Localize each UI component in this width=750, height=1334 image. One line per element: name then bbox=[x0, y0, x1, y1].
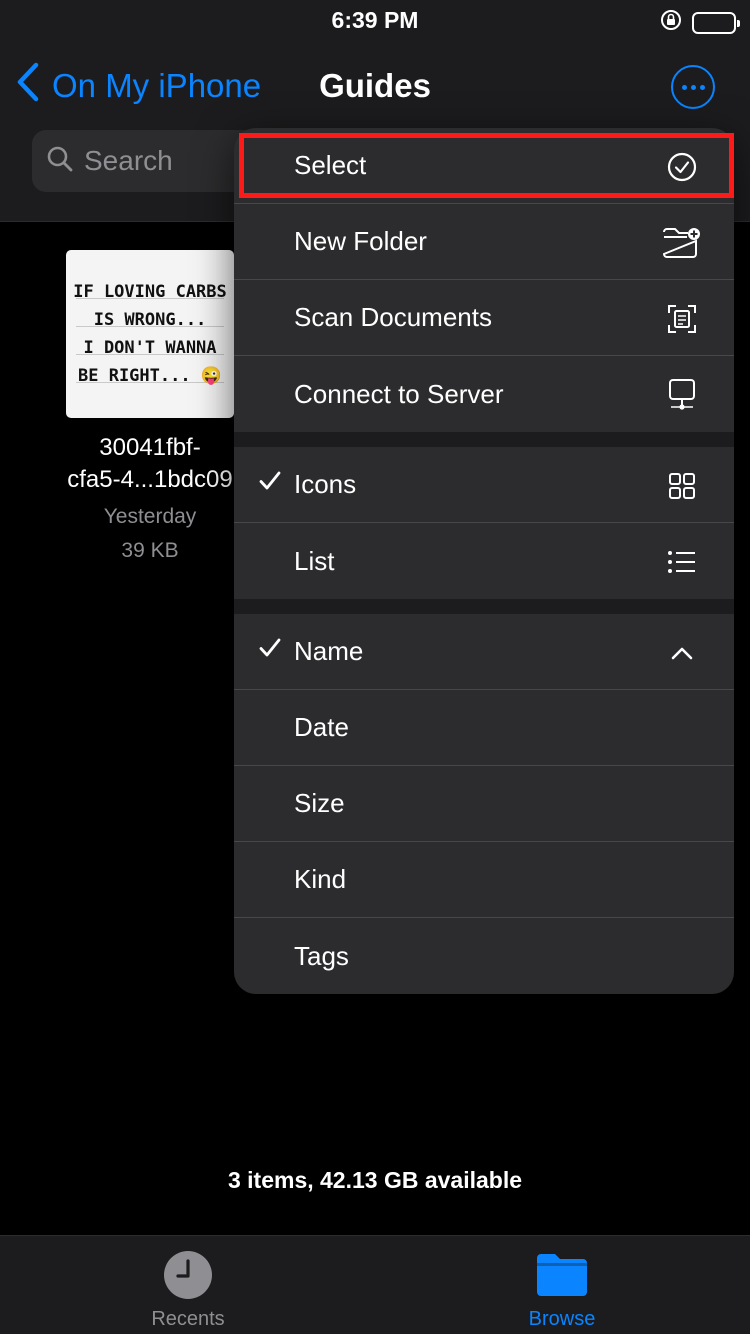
battery-icon bbox=[692, 11, 740, 34]
search-icon bbox=[46, 145, 74, 178]
clock-icon bbox=[163, 1250, 213, 1305]
folder-add-icon bbox=[662, 223, 702, 263]
grid-icon bbox=[662, 466, 702, 506]
menu-item-connect-to-server[interactable]: Connect to Server bbox=[234, 356, 734, 432]
menu-item-label: Size bbox=[294, 788, 345, 818]
menu-item-label: Connect to Server bbox=[294, 378, 504, 409]
status-time: 6:39 PM bbox=[331, 7, 419, 33]
menu-item-label: Name bbox=[294, 636, 364, 666]
more-dot-icon bbox=[699, 84, 705, 90]
checkmark-circle-icon bbox=[662, 147, 702, 187]
menu-separator bbox=[234, 432, 734, 447]
menu-item-label: Select bbox=[294, 150, 367, 180]
menu-item-sort-name[interactable]: Name bbox=[234, 614, 734, 690]
file-size: 39 KB bbox=[121, 539, 179, 562]
menu-item-sort-tags[interactable]: Tags bbox=[234, 918, 734, 994]
menu-item-list[interactable]: List bbox=[234, 523, 734, 599]
more-dot-icon bbox=[681, 84, 687, 90]
menu-item-sort-kind[interactable]: Kind bbox=[234, 842, 734, 918]
file-item[interactable]: IF LOVING CARBS IS WRONG... I DON'T WANN… bbox=[40, 250, 260, 568]
menu-item-label: Scan Documents bbox=[294, 302, 492, 332]
chevron-up-icon bbox=[662, 633, 702, 673]
file-name-line: 30041fbf- bbox=[99, 434, 201, 461]
tab-label: Recents bbox=[151, 1308, 225, 1330]
menu-item-label: Icons bbox=[294, 469, 357, 499]
status-icons bbox=[660, 9, 740, 36]
thumbnail-line: IS WRONG... bbox=[93, 310, 207, 330]
options-menu: Select New Folder Scan Documents Connect… bbox=[234, 128, 734, 994]
checkmark-icon bbox=[258, 636, 282, 665]
more-options-button[interactable] bbox=[671, 65, 715, 109]
thumbnail-line: I DON'T WANNA bbox=[83, 338, 217, 358]
file-name-line: cfa5-4...1bdc09 bbox=[67, 466, 233, 493]
menu-item-label: Kind bbox=[294, 864, 347, 894]
menu-item-label: Date bbox=[294, 712, 349, 742]
storage-info: 3 items, 42.13 GB available bbox=[227, 1167, 523, 1193]
tab-bar: Recents Browse bbox=[0, 1235, 750, 1334]
menu-item-label: Tags bbox=[294, 940, 349, 971]
menu-item-sort-size[interactable]: Size bbox=[234, 766, 734, 842]
more-dot-icon bbox=[690, 84, 696, 90]
menu-separator bbox=[234, 599, 734, 614]
file-date: Yesterday bbox=[103, 505, 197, 528]
file-name: 30041fbf- cfa5-4...1bdc09 bbox=[40, 432, 260, 496]
menu-item-label: New Folder bbox=[294, 226, 427, 256]
thumbnail-line: BE RIGHT... 😜 bbox=[78, 366, 222, 386]
menu-item-label: List bbox=[294, 545, 335, 576]
server-icon bbox=[662, 375, 702, 415]
status-bar: 6:39 PM bbox=[0, 0, 750, 40]
menu-item-icons[interactable]: Icons bbox=[234, 447, 734, 523]
checkmark-icon bbox=[258, 469, 282, 498]
menu-item-select[interactable]: Select bbox=[234, 128, 734, 204]
tab-recents[interactable]: Recents bbox=[88, 1236, 288, 1334]
menu-item-scan-documents[interactable]: Scan Documents bbox=[234, 280, 734, 356]
tab-browse[interactable]: Browse bbox=[462, 1236, 662, 1334]
file-thumbnail[interactable]: IF LOVING CARBS IS WRONG... I DON'T WANN… bbox=[66, 250, 234, 418]
list-icon bbox=[662, 542, 702, 582]
tab-label: Browse bbox=[528, 1308, 596, 1330]
thumbnail-text: IF LOVING CARBS IS WRONG... I DON'T WANN… bbox=[66, 278, 234, 390]
orientation-lock-icon bbox=[660, 9, 682, 36]
thumbnail-line: IF LOVING CARBS bbox=[73, 282, 227, 302]
scan-document-icon bbox=[662, 299, 702, 339]
search-placeholder: Search bbox=[84, 145, 173, 176]
menu-item-new-folder[interactable]: New Folder bbox=[234, 204, 734, 280]
menu-item-sort-date[interactable]: Date bbox=[234, 690, 734, 766]
folder-icon bbox=[535, 1252, 589, 1303]
page-title: Guides bbox=[319, 67, 431, 104]
